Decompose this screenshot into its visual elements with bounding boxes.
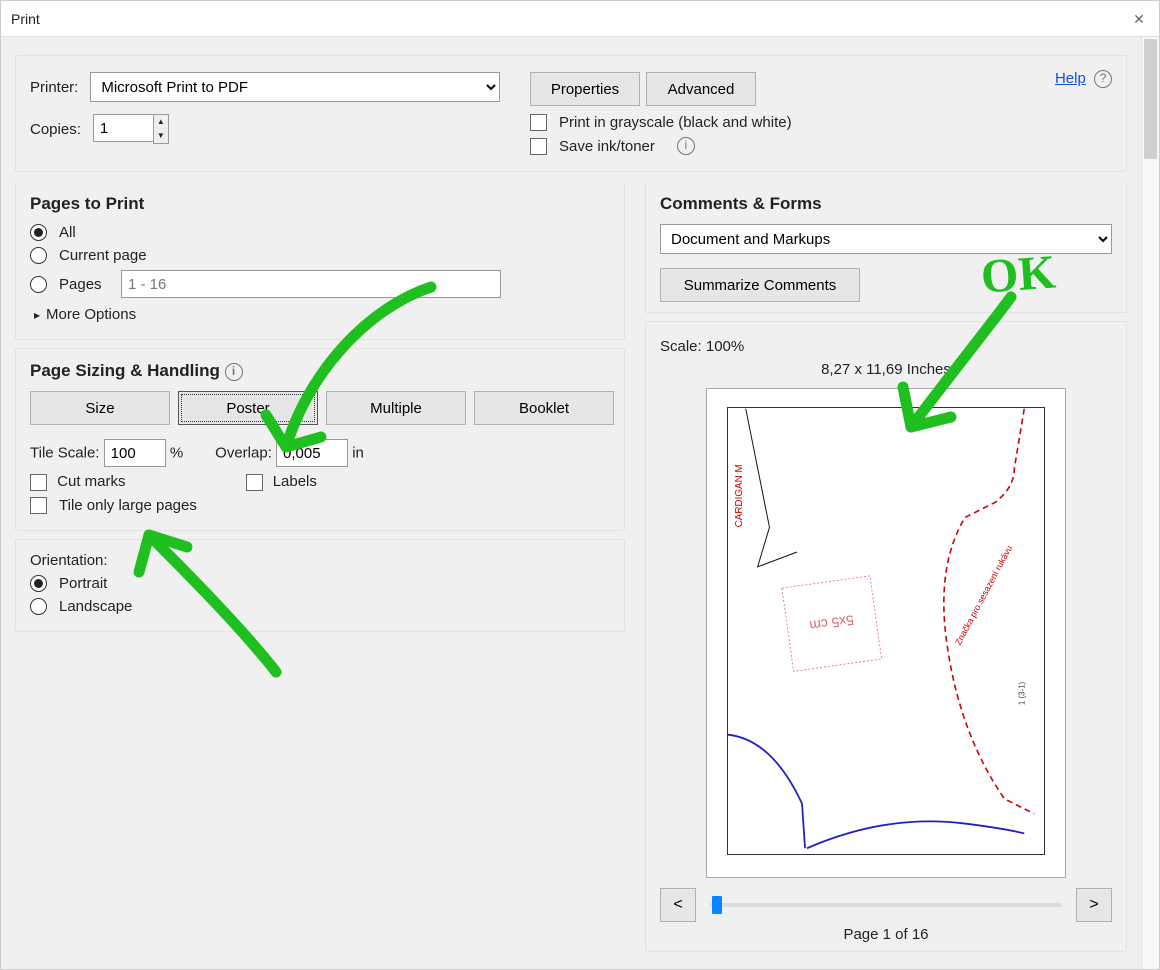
svg-text:CARDIGAN M: CARDIGAN M xyxy=(734,464,745,527)
titlebar: Print ✕ xyxy=(1,1,1159,37)
preview-page-slider[interactable] xyxy=(710,903,1062,907)
more-options-toggle[interactable]: More Options xyxy=(34,306,610,323)
tile-large-checkbox[interactable] xyxy=(30,497,47,514)
preview-next-button[interactable]: > xyxy=(1076,888,1112,922)
current-page-label: Current page xyxy=(59,247,147,264)
tile-scale-input[interactable] xyxy=(104,439,166,467)
current-page-radio[interactable] xyxy=(30,247,47,264)
preview-page-indicator: Page 1 of 16 xyxy=(660,926,1112,943)
vertical-scrollbar[interactable] xyxy=(1141,37,1159,969)
info-icon[interactable]: i xyxy=(677,137,695,155)
booklet-tab[interactable]: Booklet xyxy=(474,391,614,425)
preview-dimensions: 8,27 x 11,69 Inches xyxy=(660,361,1112,378)
all-pages-label: All xyxy=(59,224,76,241)
spinner-down-icon[interactable]: ▼ xyxy=(154,129,168,143)
cut-marks-label: Cut marks xyxy=(57,473,125,490)
preview-prev-button[interactable]: < xyxy=(660,888,696,922)
svg-text:5x5 cm: 5x5 cm xyxy=(809,612,855,634)
tile-scale-label: Tile Scale: xyxy=(30,445,99,462)
svg-text:Značka pro sesazení rukávu: Značka pro sesazení rukávu xyxy=(953,544,1014,647)
tile-scale-unit: % xyxy=(170,445,183,462)
overlap-unit: in xyxy=(352,445,364,462)
overlap-label: Overlap: xyxy=(215,445,272,462)
copies-label: Copies: xyxy=(30,121,81,138)
grayscale-label: Print in grayscale (black and white) xyxy=(559,114,792,131)
comments-select[interactable]: Document and Markups xyxy=(660,224,1112,254)
poster-tab[interactable]: Poster xyxy=(178,391,318,425)
pages-label: Pages xyxy=(59,276,115,293)
comments-heading: Comments & Forms xyxy=(660,194,1112,214)
help-link[interactable]: Help xyxy=(1055,70,1086,87)
dialog-title: Print xyxy=(11,1,40,36)
overlap-input[interactable] xyxy=(276,439,348,467)
sizing-info-icon[interactable]: i xyxy=(225,363,243,381)
svg-text:1 (3-1): 1 (3-1) xyxy=(1017,681,1026,705)
pages-range-input[interactable] xyxy=(121,270,501,298)
printer-select[interactable]: Microsoft Print to PDF xyxy=(90,72,500,102)
help-info-icon[interactable]: ? xyxy=(1094,70,1112,88)
tile-large-label: Tile only large pages xyxy=(59,497,197,514)
labels-label: Labels xyxy=(273,473,317,490)
copies-input[interactable] xyxy=(93,114,153,142)
landscape-radio[interactable] xyxy=(30,598,47,615)
pages-to-print-heading: Pages to Print xyxy=(30,194,610,214)
orientation-heading: Orientation: xyxy=(30,552,108,569)
slider-handle-icon[interactable] xyxy=(712,896,722,914)
portrait-radio[interactable] xyxy=(30,575,47,592)
grayscale-checkbox[interactable] xyxy=(530,114,547,131)
pages-range-radio[interactable] xyxy=(30,276,47,293)
summarize-comments-button[interactable]: Summarize Comments xyxy=(660,268,860,302)
preview-scale-label: Scale: 100% xyxy=(660,338,744,355)
spinner-up-icon[interactable]: ▲ xyxy=(154,115,168,129)
size-tab[interactable]: Size xyxy=(30,391,170,425)
copies-stepper[interactable]: ▲▼ xyxy=(93,114,169,144)
sizing-heading: Page Sizing & Handling i xyxy=(30,361,610,381)
landscape-label: Landscape xyxy=(59,598,132,615)
properties-button[interactable]: Properties xyxy=(530,72,640,106)
multiple-tab[interactable]: Multiple xyxy=(326,391,466,425)
close-icon[interactable]: ✕ xyxy=(1129,1,1149,36)
cut-marks-checkbox[interactable] xyxy=(30,474,47,491)
all-pages-radio[interactable] xyxy=(30,224,47,241)
labels-checkbox[interactable] xyxy=(246,474,263,491)
printer-label: Printer: xyxy=(30,79,78,96)
save-ink-label: Save ink/toner xyxy=(559,138,655,155)
print-preview: CARDIGAN M Značka pro sesazení rukávu 5x… xyxy=(706,388,1066,878)
save-ink-checkbox[interactable] xyxy=(530,138,547,155)
advanced-button[interactable]: Advanced xyxy=(646,72,756,106)
portrait-label: Portrait xyxy=(59,575,107,592)
preview-content-svg: CARDIGAN M Značka pro sesazení rukávu 5x… xyxy=(728,408,1044,854)
print-dialog-window: Print ✕ Printer: Microsoft Print to PDF xyxy=(0,0,1160,970)
